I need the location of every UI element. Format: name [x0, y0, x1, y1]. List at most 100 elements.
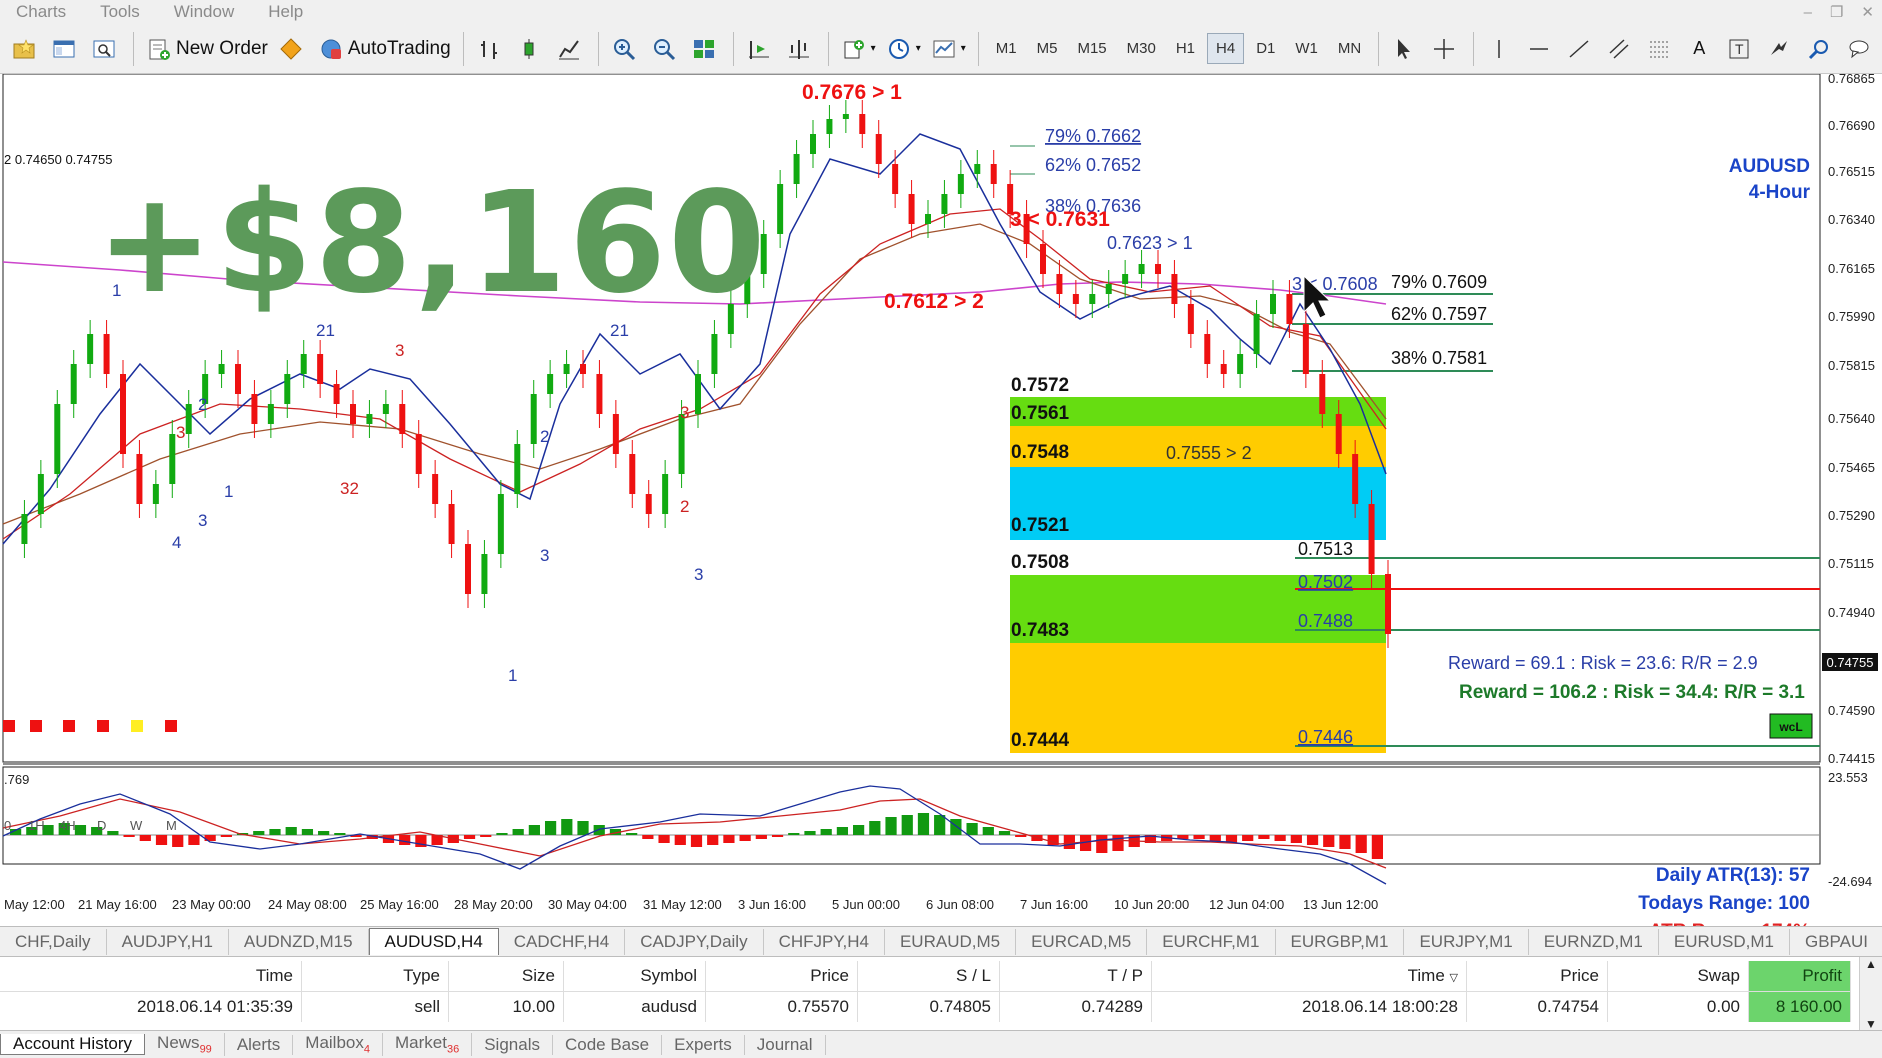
wave-label: 3	[198, 511, 207, 530]
candle-body	[514, 444, 521, 494]
timeframe-m15[interactable]: M15	[1069, 34, 1114, 63]
terminal-scrollbar[interactable]: ▲ ▼	[1859, 957, 1882, 1031]
timeframe-m1[interactable]: M1	[988, 34, 1025, 63]
menu-window[interactable]: Window	[158, 2, 252, 22]
chart-tab[interactable]: EURCHF,M1	[1147, 928, 1276, 955]
chart-tab[interactable]: EURCAD,M5	[1016, 928, 1148, 955]
candlestick-button[interactable]	[511, 31, 551, 67]
tab-code-base[interactable]: Code Base	[553, 1034, 663, 1055]
search-button[interactable]	[1801, 31, 1841, 67]
chart-tab[interactable]: EURUSD,M1	[1659, 928, 1790, 955]
timeframe-h4[interactable]: H4	[1207, 33, 1245, 64]
svg-text:T: T	[1735, 41, 1744, 57]
timeframe-m5[interactable]: M5	[1029, 34, 1066, 63]
line-chart-icon	[556, 36, 582, 62]
arrows-button[interactable]	[1761, 31, 1801, 67]
table-row[interactable]: 2018.06.14 01:35:39 sell 10.00 audusd 0.…	[0, 991, 1851, 1022]
tab-signals[interactable]: Signals	[472, 1034, 553, 1055]
col-header-tp[interactable]: T / P	[999, 961, 1152, 992]
crosshair-button[interactable]	[1426, 31, 1466, 67]
line-chart-button[interactable]	[551, 31, 591, 67]
candle-body	[465, 544, 471, 594]
autoscroll-button[interactable]	[741, 31, 781, 67]
market-watch-button[interactable]	[46, 31, 86, 67]
zone-level-label: 0.7521	[1011, 515, 1070, 536]
chart-tab[interactable]: EURNZD,M1	[1529, 928, 1659, 955]
chart-tab-active[interactable]: AUDUSD,H4	[368, 928, 499, 955]
auto-trading-button[interactable]: AutoTrading	[313, 31, 456, 67]
chart-tab[interactable]: CHFJPY,H4	[764, 928, 885, 955]
timeframe-w1[interactable]: W1	[1287, 34, 1326, 63]
chart-window[interactable]: wcL 0.74755 0.76865 0.76690 0.76515 0.76…	[0, 74, 1882, 942]
tile-windows-button[interactable]	[686, 31, 726, 67]
periods-button[interactable]: ▾	[881, 31, 926, 67]
tab-experts[interactable]: Experts	[662, 1034, 745, 1055]
col-header-time[interactable]: Time	[0, 961, 302, 992]
zoom-out-button[interactable]	[646, 31, 686, 67]
restore-icon[interactable]: ❐	[1830, 3, 1843, 21]
chart-tab[interactable]: CADCHF,H4	[499, 928, 626, 955]
candle-body	[37, 474, 44, 514]
scroll-up-icon[interactable]: ▲	[1865, 957, 1877, 971]
chart-tab[interactable]: EURJPY,M1	[1404, 928, 1529, 955]
close-icon[interactable]: ✕	[1861, 3, 1874, 21]
navigator-button[interactable]	[86, 31, 126, 67]
histogram-bar	[577, 821, 589, 835]
tab-alerts[interactable]: Alerts	[225, 1034, 294, 1055]
zoom-in-button[interactable]	[606, 31, 646, 67]
chart-tab[interactable]: CHF,Daily	[0, 928, 107, 955]
tab-journal[interactable]: Journal	[745, 1034, 826, 1055]
menu-tools[interactable]: Tools	[84, 2, 158, 22]
chart-tab[interactable]: AUDJPY,H1	[107, 928, 229, 955]
symbol-timeframe: 4-Hour	[1748, 182, 1810, 203]
col-header-swap[interactable]: Swap	[1607, 961, 1749, 992]
chart-tab[interactable]: AUDNZD,M15	[229, 928, 369, 955]
col-header-price[interactable]: Price	[705, 961, 858, 992]
candle-body	[350, 404, 356, 424]
cell-tp: 0.74289	[999, 991, 1152, 1022]
tab-market[interactable]: Market36	[383, 1033, 473, 1056]
vertical-line-button[interactable]	[1481, 31, 1521, 67]
indicators-button[interactable]: ▾	[836, 31, 881, 67]
bar-chart-button[interactable]	[471, 31, 511, 67]
templates-button[interactable]: ▾	[926, 31, 971, 67]
tab-mailbox[interactable]: Mailbox4	[293, 1033, 383, 1056]
col-header-close-time[interactable]: Time ▽	[1151, 961, 1467, 992]
col-header-sl[interactable]: S / L	[857, 961, 1000, 992]
channel-button[interactable]	[1601, 31, 1641, 67]
histogram-bar	[723, 835, 735, 843]
candle-body	[1056, 274, 1063, 294]
tab-account-history[interactable]: Account History	[0, 1034, 146, 1055]
chart-tab[interactable]: GBPAUI	[1790, 929, 1882, 955]
timeframe-mn[interactable]: MN	[1330, 34, 1369, 63]
trendline-button[interactable]	[1561, 31, 1601, 67]
menu-help[interactable]: Help	[252, 2, 321, 22]
chart-tab[interactable]: EURGBP,M1	[1276, 928, 1405, 955]
meta-editor-button[interactable]	[273, 31, 313, 67]
fibonacci-button[interactable]	[1641, 31, 1681, 67]
timeframe-d1[interactable]: D1	[1248, 34, 1283, 63]
col-header-symbol[interactable]: Symbol	[563, 961, 706, 992]
chart-tab[interactable]: EURAUD,M5	[885, 928, 1017, 955]
favorites-button[interactable]	[6, 31, 46, 67]
scroll-down-icon[interactable]: ▼	[1865, 1017, 1877, 1031]
menu-charts[interactable]: Charts	[0, 2, 84, 22]
cursor-button[interactable]	[1386, 31, 1426, 67]
col-header-size[interactable]: Size	[448, 961, 564, 992]
new-order-button[interactable]: New Order	[141, 31, 273, 67]
col-header-profit[interactable]: Profit	[1748, 961, 1851, 992]
chat-button[interactable]	[1841, 31, 1881, 67]
chart-shift-button[interactable]	[781, 31, 821, 67]
horizontal-line-button[interactable]	[1521, 31, 1561, 67]
tab-news[interactable]: News99	[145, 1033, 225, 1056]
col-header-close-price[interactable]: Price	[1466, 961, 1608, 992]
timeframe-h1[interactable]: H1	[1168, 34, 1203, 63]
chart-tab[interactable]: CADJPY,Daily	[625, 928, 764, 955]
col-header-type[interactable]: Type	[301, 961, 449, 992]
text-button[interactable]: A	[1681, 31, 1721, 67]
timeframe-m30[interactable]: M30	[1119, 34, 1164, 63]
histogram-bar	[1306, 835, 1319, 845]
text-label-button[interactable]: T	[1721, 31, 1761, 67]
zone-level-label: 0.7561	[1011, 403, 1070, 424]
minimize-icon[interactable]: –	[1804, 4, 1812, 21]
